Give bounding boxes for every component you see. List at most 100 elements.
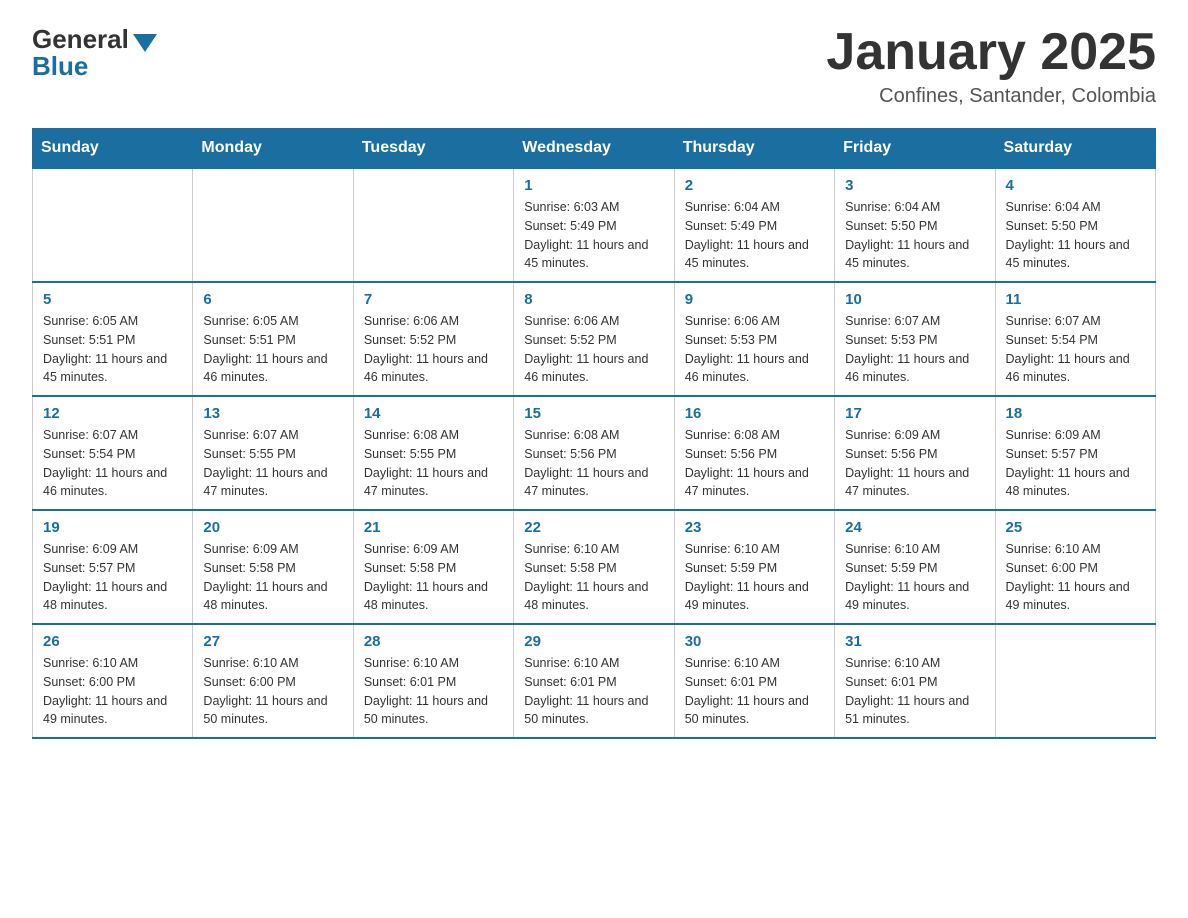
day-info: Sunrise: 6:10 AM Sunset: 6:00 PM Dayligh… [1006, 540, 1145, 615]
day-number: 12 [43, 405, 182, 422]
calendar-cell: 4 Sunrise: 6:04 AM Sunset: 5:50 PM Daylig… [995, 168, 1155, 282]
day-info: Sunrise: 6:09 AM Sunset: 5:57 PM Dayligh… [1006, 426, 1145, 501]
calendar-cell [353, 168, 513, 282]
day-info: Sunrise: 6:10 AM Sunset: 6:01 PM Dayligh… [524, 654, 663, 729]
calendar-cell: 12 Sunrise: 6:07 AM Sunset: 5:54 PM Dayli… [33, 396, 193, 510]
day-number: 11 [1006, 291, 1145, 308]
day-number: 13 [203, 405, 342, 422]
calendar-cell: 27 Sunrise: 6:10 AM Sunset: 6:00 PM Dayli… [193, 624, 353, 738]
calendar-cell: 17 Sunrise: 6:09 AM Sunset: 5:56 PM Dayli… [835, 396, 995, 510]
calendar-week-row: 26 Sunrise: 6:10 AM Sunset: 6:00 PM Dayli… [33, 624, 1156, 738]
calendar-week-row: 19 Sunrise: 6:09 AM Sunset: 5:57 PM Dayli… [33, 510, 1156, 624]
calendar-cell: 30Sunrise: 6:10 AM Sunset: 6:01 PM Dayli… [674, 624, 834, 738]
day-info: Sunrise: 6:08 AM Sunset: 5:55 PM Dayligh… [364, 426, 503, 501]
day-number: 6 [203, 291, 342, 308]
weekday-header-saturday: Saturday [995, 129, 1155, 169]
day-info: Sunrise: 6:10 AM Sunset: 6:00 PM Dayligh… [203, 654, 342, 729]
weekday-header-wednesday: Wednesday [514, 129, 674, 169]
day-number: 17 [845, 405, 984, 422]
day-info: Sunrise: 6:04 AM Sunset: 5:50 PM Dayligh… [845, 198, 984, 273]
calendar-cell: 13Sunrise: 6:07 AM Sunset: 5:55 PM Dayli… [193, 396, 353, 510]
day-number: 9 [685, 291, 824, 308]
day-number: 20 [203, 519, 342, 536]
day-info: Sunrise: 6:09 AM Sunset: 5:58 PM Dayligh… [364, 540, 503, 615]
day-info: Sunrise: 6:05 AM Sunset: 5:51 PM Dayligh… [203, 312, 342, 387]
calendar-cell [995, 624, 1155, 738]
calendar-cell: 26 Sunrise: 6:10 AM Sunset: 6:00 PM Dayli… [33, 624, 193, 738]
weekday-header-friday: Friday [835, 129, 995, 169]
day-number: 4 [1006, 177, 1145, 194]
day-number: 23 [685, 519, 824, 536]
day-number: 15 [524, 405, 663, 422]
calendar-cell: 7 Sunrise: 6:06 AM Sunset: 5:52 PM Daylig… [353, 282, 513, 396]
day-number: 7 [364, 291, 503, 308]
calendar-cell: 29 Sunrise: 6:10 AM Sunset: 6:01 PM Dayli… [514, 624, 674, 738]
day-info: Sunrise: 6:06 AM Sunset: 5:53 PM Dayligh… [685, 312, 824, 387]
day-number: 24 [845, 519, 984, 536]
calendar-week-row: 1 Sunrise: 6:03 AM Sunset: 5:49 PM Daylig… [33, 168, 1156, 282]
day-info: Sunrise: 6:07 AM Sunset: 5:53 PM Dayligh… [845, 312, 984, 387]
day-number: 25 [1006, 519, 1145, 536]
calendar-subtitle: Confines, Santander, Colombia [826, 85, 1156, 108]
calendar-cell [33, 168, 193, 282]
day-number: 27 [203, 633, 342, 650]
calendar-cell: 31Sunrise: 6:10 AM Sunset: 6:01 PM Dayli… [835, 624, 995, 738]
weekday-header-monday: Monday [193, 129, 353, 169]
day-info: Sunrise: 6:07 AM Sunset: 5:54 PM Dayligh… [43, 426, 182, 501]
day-info: Sunrise: 6:09 AM Sunset: 5:58 PM Dayligh… [203, 540, 342, 615]
day-info: Sunrise: 6:06 AM Sunset: 5:52 PM Dayligh… [364, 312, 503, 387]
calendar-cell: 10 Sunrise: 6:07 AM Sunset: 5:53 PM Dayli… [835, 282, 995, 396]
calendar-week-row: 12 Sunrise: 6:07 AM Sunset: 5:54 PM Dayli… [33, 396, 1156, 510]
day-number: 31 [845, 633, 984, 650]
calendar-cell: 9 Sunrise: 6:06 AM Sunset: 5:53 PM Daylig… [674, 282, 834, 396]
weekday-header-thursday: Thursday [674, 129, 834, 169]
calendar-cell: 19 Sunrise: 6:09 AM Sunset: 5:57 PM Dayli… [33, 510, 193, 624]
calendar-cell: 23 Sunrise: 6:10 AM Sunset: 5:59 PM Dayli… [674, 510, 834, 624]
calendar-cell: 6 Sunrise: 6:05 AM Sunset: 5:51 PM Daylig… [193, 282, 353, 396]
day-info: Sunrise: 6:04 AM Sunset: 5:50 PM Dayligh… [1006, 198, 1145, 273]
day-number: 26 [43, 633, 182, 650]
day-info: Sunrise: 6:04 AM Sunset: 5:49 PM Dayligh… [685, 198, 824, 273]
calendar-cell: 22Sunrise: 6:10 AM Sunset: 5:58 PM Dayli… [514, 510, 674, 624]
calendar-cell: 1 Sunrise: 6:03 AM Sunset: 5:49 PM Daylig… [514, 168, 674, 282]
day-info: Sunrise: 6:07 AM Sunset: 5:54 PM Dayligh… [1006, 312, 1145, 387]
day-number: 10 [845, 291, 984, 308]
day-number: 1 [524, 177, 663, 194]
calendar-cell: 25 Sunrise: 6:10 AM Sunset: 6:00 PM Dayli… [995, 510, 1155, 624]
day-number: 21 [364, 519, 503, 536]
calendar-cell: 11 Sunrise: 6:07 AM Sunset: 5:54 PM Dayli… [995, 282, 1155, 396]
calendar-cell: 18 Sunrise: 6:09 AM Sunset: 5:57 PM Dayli… [995, 396, 1155, 510]
day-info: Sunrise: 6:09 AM Sunset: 5:57 PM Dayligh… [43, 540, 182, 615]
day-number: 8 [524, 291, 663, 308]
calendar-cell: 21 Sunrise: 6:09 AM Sunset: 5:58 PM Dayli… [353, 510, 513, 624]
title-section: January 2025 Confines, Santander, Colomb… [826, 24, 1156, 108]
day-info: Sunrise: 6:10 AM Sunset: 6:00 PM Dayligh… [43, 654, 182, 729]
weekday-header-row: SundayMondayTuesdayWednesdayThursdayFrid… [33, 129, 1156, 169]
day-number: 14 [364, 405, 503, 422]
day-info: Sunrise: 6:10 AM Sunset: 5:59 PM Dayligh… [685, 540, 824, 615]
day-info: Sunrise: 6:09 AM Sunset: 5:56 PM Dayligh… [845, 426, 984, 501]
calendar-table: SundayMondayTuesdayWednesdayThursdayFrid… [32, 128, 1156, 739]
day-number: 18 [1006, 405, 1145, 422]
day-number: 2 [685, 177, 824, 194]
day-info: Sunrise: 6:08 AM Sunset: 5:56 PM Dayligh… [524, 426, 663, 501]
calendar-title: January 2025 [826, 24, 1156, 81]
day-number: 22 [524, 519, 663, 536]
day-info: Sunrise: 6:10 AM Sunset: 5:59 PM Dayligh… [845, 540, 984, 615]
calendar-cell: 24 Sunrise: 6:10 AM Sunset: 5:59 PM Dayli… [835, 510, 995, 624]
calendar-week-row: 5Sunrise: 6:05 AM Sunset: 5:51 PM Daylig… [33, 282, 1156, 396]
calendar-cell: 20 Sunrise: 6:09 AM Sunset: 5:58 PM Dayli… [193, 510, 353, 624]
day-info: Sunrise: 6:10 AM Sunset: 6:01 PM Dayligh… [364, 654, 503, 729]
calendar-cell: 28Sunrise: 6:10 AM Sunset: 6:01 PM Dayli… [353, 624, 513, 738]
calendar-cell: 8Sunrise: 6:06 AM Sunset: 5:52 PM Daylig… [514, 282, 674, 396]
page-header: General Blue January 2025 Confines, Sant… [32, 24, 1156, 108]
weekday-header-tuesday: Tuesday [353, 129, 513, 169]
logo-triangle-icon [133, 34, 157, 52]
day-number: 29 [524, 633, 663, 650]
day-number: 30 [685, 633, 824, 650]
day-number: 3 [845, 177, 984, 194]
day-number: 19 [43, 519, 182, 536]
day-info: Sunrise: 6:03 AM Sunset: 5:49 PM Dayligh… [524, 198, 663, 273]
weekday-header-sunday: Sunday [33, 129, 193, 169]
calendar-cell [193, 168, 353, 282]
